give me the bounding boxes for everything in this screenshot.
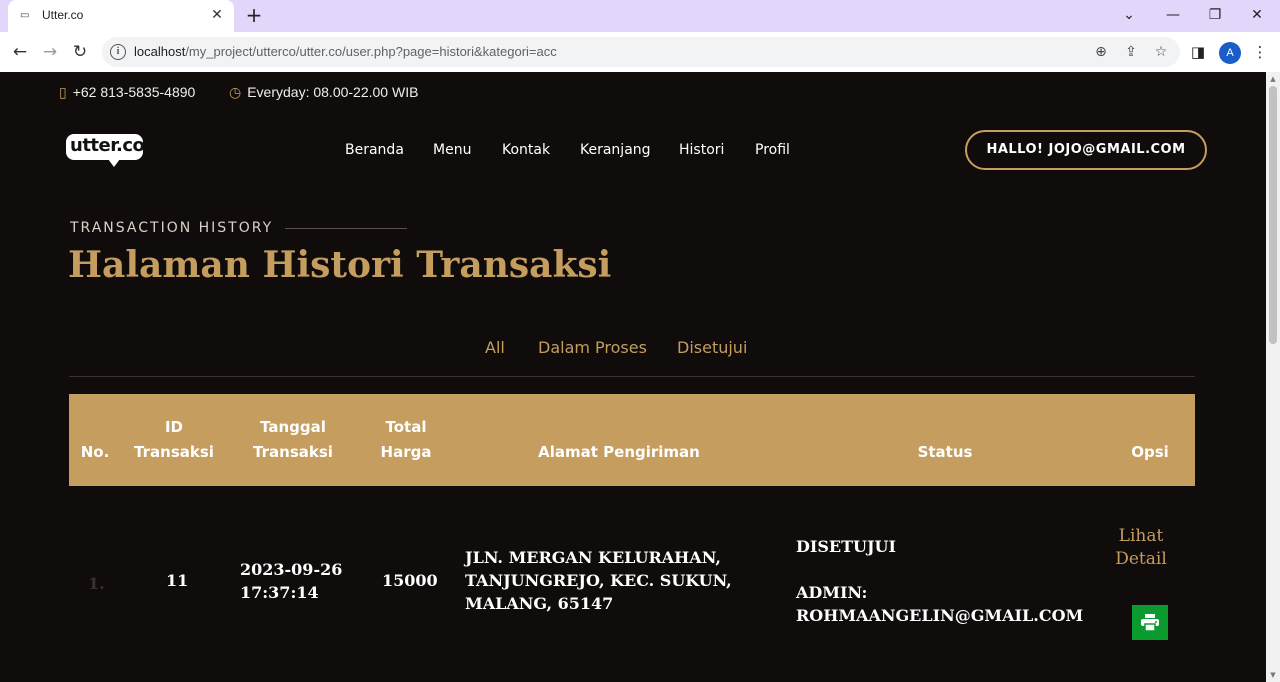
scroll-down-icon[interactable]: ▼ [1269, 671, 1277, 679]
header-address: Alamat Pengiriman [538, 443, 700, 461]
view-detail-link[interactable]: Lihat Detail [1100, 525, 1182, 571]
address-line-3: MALANG, 65147 [465, 594, 614, 613]
tab-search-icon[interactable]: ⌄ [1116, 4, 1142, 26]
cell-transaction-date: 2023-09-26 17:37:14 [240, 558, 342, 604]
forward-icon[interactable]: → [38, 40, 62, 64]
header-options: Opsi [1131, 443, 1169, 461]
status-spacer [796, 558, 1083, 581]
header-id-line2: Transaksi [134, 443, 214, 461]
side-panel-icon[interactable]: ◨ [1186, 40, 1210, 64]
address-line-1: JLN. MERGAN KELURAHAN, [465, 548, 721, 567]
close-window-icon[interactable]: ✕ [1244, 4, 1270, 26]
new-tab-icon[interactable]: + [243, 4, 265, 26]
site-logo[interactable]: utter.co [66, 134, 145, 167]
close-tab-icon[interactable]: ✕ [208, 6, 226, 24]
cell-total-price: 15000 [382, 571, 438, 590]
filter-dalam-proses[interactable]: Dalam Proses [538, 338, 647, 357]
view-detail-line1: Lihat [1118, 526, 1164, 546]
filter-divider [69, 376, 1195, 377]
table-header: No. ID Transaksi Tanggal Transaksi Total… [69, 394, 1195, 486]
scrollbar-thumb[interactable] [1269, 86, 1277, 344]
nav-keranjang[interactable]: Keranjang [580, 142, 651, 158]
tab-title: Utter.co [42, 8, 84, 22]
reload-icon[interactable]: ↻ [68, 40, 92, 64]
cell-no: 1. [88, 574, 105, 593]
cell-address: JLN. MERGAN KELURAHAN, TANJUNGREJO, KEC.… [465, 546, 732, 615]
cell-time: 17:37:14 [240, 583, 319, 602]
header-status: Status [917, 443, 973, 461]
header-id-line1: ID [164, 418, 184, 436]
address-line-2: TANJUNGREJO, KEC. SUKUN, [465, 571, 732, 590]
opening-hours: Everyday: 08.00-22.00 WIB [247, 84, 419, 100]
share-icon[interactable]: ⇪ [1122, 43, 1140, 61]
print-button[interactable] [1132, 605, 1168, 640]
nav-kontak[interactable]: Kontak [502, 142, 550, 158]
nav-histori[interactable]: Histori [679, 142, 724, 158]
page-title: Halaman Histori Transaksi [68, 244, 612, 286]
nav-beranda[interactable]: Beranda [345, 142, 404, 158]
header-date: Tanggal Transaksi [234, 415, 352, 465]
header-date-line2: Transaksi [253, 443, 333, 461]
scroll-up-icon[interactable]: ▲ [1269, 75, 1277, 83]
browser-tab[interactable]: ▭ Utter.co ✕ [8, 0, 234, 32]
header-total: Total Harga [366, 415, 446, 465]
phone-icon: ▯ [59, 84, 67, 100]
url-host: localhost [134, 44, 186, 59]
section-eyebrow: TRANSACTION HISTORY [70, 220, 274, 236]
back-icon[interactable]: ← [8, 40, 32, 64]
status-badge: DISETUJUI [796, 537, 896, 556]
nav-menu[interactable]: Menu [433, 142, 471, 158]
hours-info: ◷ Everyday: 08.00-22.00 WIB [229, 84, 418, 101]
cell-status: DISETUJUI ADMIN: ROHMAANGELIN@GMAIL.COM [796, 535, 1083, 627]
printer-icon [1141, 614, 1159, 631]
header-total-line2: Harga [380, 443, 432, 461]
header-id: ID Transaksi [125, 415, 223, 465]
restore-icon[interactable]: ❐ [1202, 4, 1228, 26]
page-scrollbar[interactable]: ▲ ▼ [1266, 72, 1280, 682]
cell-transaction-id: 11 [166, 571, 189, 590]
admin-label: ADMIN: [796, 583, 868, 602]
admin-email: ROHMAANGELIN@GMAIL.COM [796, 606, 1084, 625]
user-account-button[interactable]: HALLO! JOJO@GMAIL.COM [965, 130, 1207, 170]
clock-icon: ◷ [229, 84, 242, 100]
bookmark-star-icon[interactable]: ☆ [1152, 43, 1170, 61]
site-info-icon[interactable]: i [110, 44, 126, 60]
site-favicon-icon: ▭ [20, 10, 30, 21]
address-bar[interactable]: i localhost/my_project/utterco/utter.co/… [102, 37, 1180, 67]
more-menu-icon[interactable]: ⋮ [1248, 40, 1272, 64]
url-path: /my_project/utterco/utter.co/user.php?pa… [185, 44, 557, 59]
header-total-line1: Total [385, 418, 427, 436]
logo-text: utter.co [70, 135, 145, 156]
minimize-icon[interactable]: — [1160, 4, 1186, 26]
zoom-icon[interactable]: ⊕ [1092, 43, 1110, 61]
nav-profil[interactable]: Profil [755, 142, 790, 158]
header-no: No. [80, 443, 110, 461]
url-text: localhost/my_project/utterco/utter.co/us… [134, 44, 557, 59]
phone-info: ▯ +62 813-5835-4890 [59, 84, 195, 101]
cell-date: 2023-09-26 [240, 560, 343, 579]
eyebrow-divider [285, 228, 407, 229]
page-content: ▯ +62 813-5835-4890 ◷ Everyday: 08.00-22.0… [0, 72, 1266, 682]
profile-avatar[interactable]: A [1219, 42, 1241, 64]
browser-toolbar: ← → ↻ i localhost/my_project/utterco/utt… [0, 32, 1280, 72]
header-date-line1: Tanggal [260, 418, 326, 436]
filter-all[interactable]: All [485, 338, 505, 357]
view-detail-line2: Detail [1115, 549, 1167, 569]
filter-disetujui[interactable]: Disetujui [677, 338, 747, 357]
browser-tabbar: ▭ Utter.co ✕ + ⌄ — ❐ ✕ [0, 0, 1280, 32]
phone-number: +62 813-5835-4890 [72, 84, 196, 100]
